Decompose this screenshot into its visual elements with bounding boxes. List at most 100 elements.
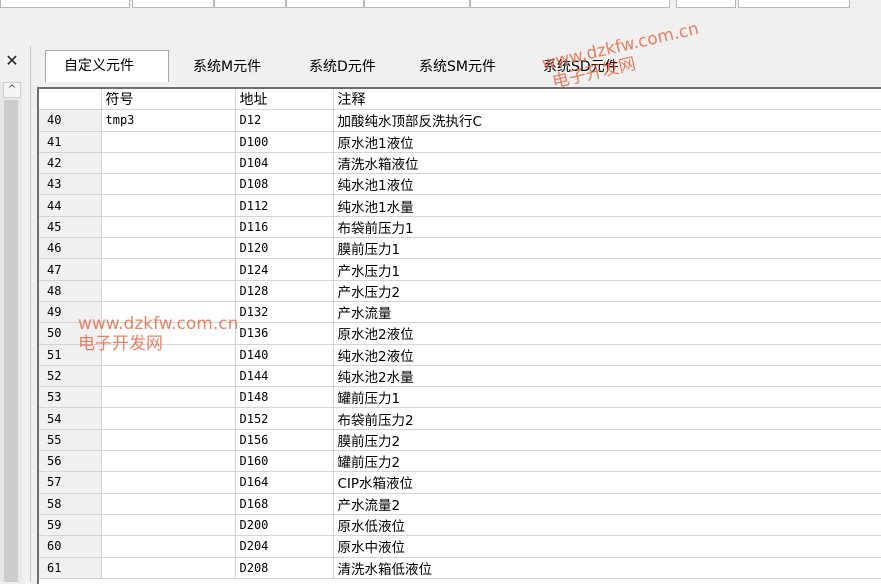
table-row[interactable]: 48 D128 产水压力2: [39, 280, 881, 302]
table-row[interactable]: 54 D152 布袋前压力2: [39, 407, 881, 430]
row-index-cell[interactable]: 48: [39, 280, 102, 302]
address-cell[interactable]: D12: [235, 109, 334, 132]
symbol-cell[interactable]: [101, 471, 236, 494]
comment-cell[interactable]: 膜前压力1: [333, 237, 881, 260]
symbol-cell[interactable]: [101, 386, 236, 409]
tab-system-d-elements[interactable]: 系统D元件: [309, 52, 376, 82]
address-cell[interactable]: D128: [235, 280, 334, 302]
address-cell[interactable]: D100: [235, 131, 334, 153]
table-row[interactable]: 40 tmp3 D12 加酸纯水顶部反洗执行C: [39, 109, 881, 132]
toolbar-field[interactable]: [364, 0, 470, 8]
comment-cell[interactable]: 清洗水箱低液位: [333, 557, 881, 579]
address-cell[interactable]: D112: [235, 194, 334, 217]
comment-cell[interactable]: 加酸纯水顶部反洗执行C: [333, 109, 881, 132]
symbol-cell[interactable]: [101, 407, 236, 430]
table-row[interactable]: 43 D108 纯水池1液位: [39, 173, 881, 196]
toolbar-field[interactable]: [286, 0, 364, 8]
comment-cell[interactable]: 清洗水箱液位: [333, 152, 881, 175]
comment-cell[interactable]: 罐前压力1: [333, 386, 881, 409]
row-index-cell[interactable]: 51: [39, 344, 102, 366]
comment-cell[interactable]: 布袋前压力1: [333, 216, 881, 239]
address-cell[interactable]: D200: [235, 514, 334, 537]
row-index-cell[interactable]: 50: [39, 322, 102, 345]
comment-cell[interactable]: 布袋前压力2: [333, 407, 881, 430]
column-header-index[interactable]: [39, 89, 102, 111]
table-row[interactable]: 55 D156 膜前压力2: [39, 429, 881, 452]
toolbar-field[interactable]: [470, 0, 670, 8]
symbol-cell[interactable]: tmp3: [101, 109, 236, 132]
table-row[interactable]: 45 D116 布袋前压力1: [39, 216, 881, 239]
comment-cell[interactable]: 纯水池2液位: [333, 344, 881, 366]
address-cell[interactable]: D156: [235, 429, 334, 452]
comment-cell[interactable]: 原水池2液位: [333, 322, 881, 345]
row-index-cell[interactable]: 47: [39, 258, 102, 281]
toolbar-button[interactable]: [738, 0, 850, 8]
table-row[interactable]: 53 D148 罐前压力1: [39, 386, 881, 409]
column-header-symbol[interactable]: 符号: [101, 89, 236, 111]
column-header-comment[interactable]: 注释: [333, 89, 881, 111]
row-index-cell[interactable]: 52: [39, 365, 102, 388]
table-row[interactable]: 56 D160 罐前压力2: [39, 450, 881, 473]
close-icon[interactable]: ✕: [4, 53, 20, 69]
comment-cell[interactable]: 原水池1液位: [333, 131, 881, 153]
address-cell[interactable]: D168: [235, 493, 334, 515]
tab-system-m-elements[interactable]: 系统M元件: [193, 52, 261, 82]
address-cell[interactable]: D148: [235, 386, 334, 409]
table-row[interactable]: 58 D168 产水流量2: [39, 493, 881, 515]
comment-cell[interactable]: 纯水池1水量: [333, 194, 881, 217]
row-index-cell[interactable]: 41: [39, 131, 102, 153]
address-cell[interactable]: D164: [235, 471, 334, 494]
row-index-cell[interactable]: 43: [39, 173, 102, 196]
address-cell[interactable]: D152: [235, 407, 334, 430]
table-row[interactable]: 41 D100 原水池1液位: [39, 131, 881, 153]
address-cell[interactable]: D104: [235, 152, 334, 175]
row-index-cell[interactable]: 54: [39, 407, 102, 430]
symbol-cell[interactable]: [101, 194, 236, 217]
chevron-up-icon[interactable]: ^: [3, 82, 21, 98]
comment-cell[interactable]: 纯水池2水量: [333, 365, 881, 388]
row-index-cell[interactable]: 53: [39, 386, 102, 409]
comment-cell[interactable]: 原水中液位: [333, 535, 881, 558]
address-cell[interactable]: D120: [235, 237, 334, 260]
column-header-address[interactable]: 地址: [235, 89, 334, 111]
table-row[interactable]: 60 D204 原水中液位: [39, 535, 881, 558]
table-row[interactable]: 47 D124 产水压力1: [39, 258, 881, 281]
address-cell[interactable]: D124: [235, 258, 334, 281]
vertical-scrollbar[interactable]: ^: [0, 82, 22, 582]
comment-cell[interactable]: 产水流量: [333, 301, 881, 324]
address-cell[interactable]: D136: [235, 322, 334, 345]
symbol-cell[interactable]: [101, 152, 236, 175]
comment-cell[interactable]: 原水低液位: [333, 514, 881, 537]
symbol-cell[interactable]: [101, 173, 236, 196]
table-row[interactable]: 59 D200 原水低液位: [39, 514, 881, 537]
table-row[interactable]: 42 D104 清洗水箱液位: [39, 152, 881, 175]
address-cell[interactable]: D204: [235, 535, 334, 558]
address-cell[interactable]: D132: [235, 301, 334, 324]
toolbar-button[interactable]: [676, 0, 736, 8]
row-index-cell[interactable]: 61: [39, 557, 102, 579]
symbol-cell[interactable]: [101, 557, 236, 579]
table-row[interactable]: 61 D208 清洗水箱低液位: [39, 557, 881, 579]
row-index-cell[interactable]: 49: [39, 301, 102, 324]
address-cell[interactable]: D208: [235, 557, 334, 579]
tab-system-sm-elements[interactable]: 系统SM元件: [419, 52, 496, 82]
row-index-cell[interactable]: 55: [39, 429, 102, 452]
table-row[interactable]: 46 D120 膜前压力1: [39, 237, 881, 260]
scrollbar-thumb[interactable]: [4, 100, 18, 582]
symbol-cell[interactable]: [101, 450, 236, 473]
row-index-cell[interactable]: 60: [39, 535, 102, 558]
symbol-cell[interactable]: [101, 280, 236, 302]
row-index-cell[interactable]: 45: [39, 216, 102, 239]
comment-cell[interactable]: 纯水池1液位: [333, 173, 881, 196]
tab-custom-elements[interactable]: 自定义元件: [45, 50, 169, 82]
row-index-cell[interactable]: 44: [39, 194, 102, 217]
comment-cell[interactable]: 产水压力1: [333, 258, 881, 281]
row-index-cell[interactable]: 57: [39, 471, 102, 494]
table-row[interactable]: 50 D136 原水池2液位: [39, 322, 881, 345]
symbol-cell[interactable]: [101, 258, 236, 281]
row-index-cell[interactable]: 58: [39, 493, 102, 515]
table-row[interactable]: 44 D112 纯水池1水量: [39, 194, 881, 217]
symbol-cell[interactable]: [101, 344, 236, 366]
tab-system-sd-elements[interactable]: 系统SD元件: [543, 52, 619, 82]
address-cell[interactable]: D108: [235, 173, 334, 196]
